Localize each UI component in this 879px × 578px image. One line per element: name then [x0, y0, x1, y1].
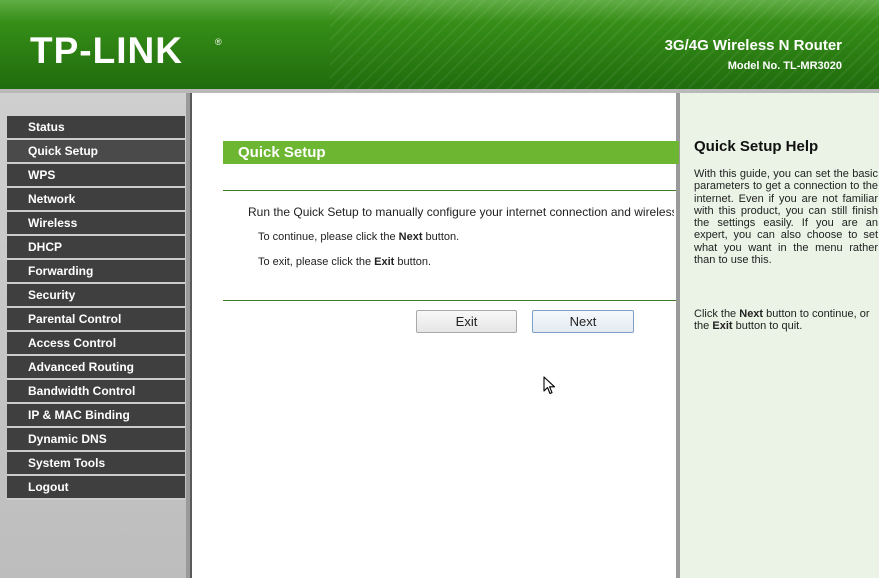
help-paragraph-2: Click the Next button to continue, or th… [694, 308, 878, 333]
sidebar-item-bandwidth-control[interactable]: Bandwidth Control [7, 380, 185, 404]
header-shine [0, 0, 879, 22]
help-p2-next: Next [739, 308, 764, 320]
bottom-divider-line [223, 300, 676, 301]
sidebar-item-ip-mac-binding[interactable]: IP & MAC Binding [7, 404, 185, 428]
exit-instruction: To exit, please click the Exit button. [258, 256, 431, 268]
sidebar-item-wps[interactable]: WPS [7, 164, 185, 188]
sidebar-item-dynamic-dns[interactable]: Dynamic DNS [7, 428, 185, 452]
sidebar-item-access-control[interactable]: Access Control [7, 332, 185, 356]
continue-text-pre: To continue, please click the [258, 231, 399, 243]
help-p2-pre: Click the [694, 308, 740, 320]
sidebar-item-network[interactable]: Network [7, 188, 185, 212]
continue-instruction: To continue, please click the Next butto… [258, 231, 459, 243]
mouse-pointer-icon [543, 376, 556, 395]
sidebar-menu: Status Quick Setup WPS Network Wireless … [7, 116, 185, 500]
continue-text-post: button. [422, 231, 460, 243]
sidebar-item-advanced-routing[interactable]: Advanced Routing [7, 356, 185, 380]
sidebar-item-quick-setup[interactable]: Quick Setup [7, 140, 185, 164]
exit-text-exit: Exit [374, 256, 395, 268]
help-p2-post: button to quit. [732, 320, 803, 333]
main-content [190, 93, 677, 578]
header-banner: TP-LINK ® 3G/4G Wireless N Router Model … [0, 0, 879, 92]
sidebar-item-dhcp[interactable]: DHCP [7, 236, 185, 260]
sidebar-item-parental-control[interactable]: Parental Control [7, 308, 185, 332]
continue-text-next: Next [398, 231, 423, 243]
help-title: Quick Setup Help [694, 138, 819, 155]
product-name: 3G/4G Wireless N Router [664, 37, 842, 54]
sidebar-item-logout[interactable]: Logout [7, 476, 185, 500]
sidebar-item-system-tools[interactable]: System Tools [7, 452, 185, 476]
page-title: Quick Setup [238, 144, 326, 161]
exit-button[interactable]: Exit [416, 310, 517, 333]
exit-text-pre: To exit, please click the [258, 256, 375, 268]
registered-mark: ® [215, 37, 222, 47]
help-p2-exit: Exit [712, 320, 733, 333]
sidebar-item-forwarding[interactable]: Forwarding [7, 260, 185, 284]
next-button[interactable]: Next [532, 310, 634, 333]
tp-link-logo: TP-LINK [30, 30, 183, 71]
top-divider-line [223, 190, 676, 191]
sidebar-item-security[interactable]: Security [7, 284, 185, 308]
sidebar-item-wireless[interactable]: Wireless [7, 212, 185, 236]
help-paragraph-1: With this guide, you can set the basic p… [694, 168, 878, 267]
exit-text-post: button. [394, 256, 432, 268]
help-panel [680, 93, 879, 578]
sidebar-item-status[interactable]: Status [7, 116, 185, 140]
intro-text: Run the Quick Setup to manually configur… [248, 205, 674, 219]
model-number: Model No. TL-MR3020 [727, 60, 842, 72]
